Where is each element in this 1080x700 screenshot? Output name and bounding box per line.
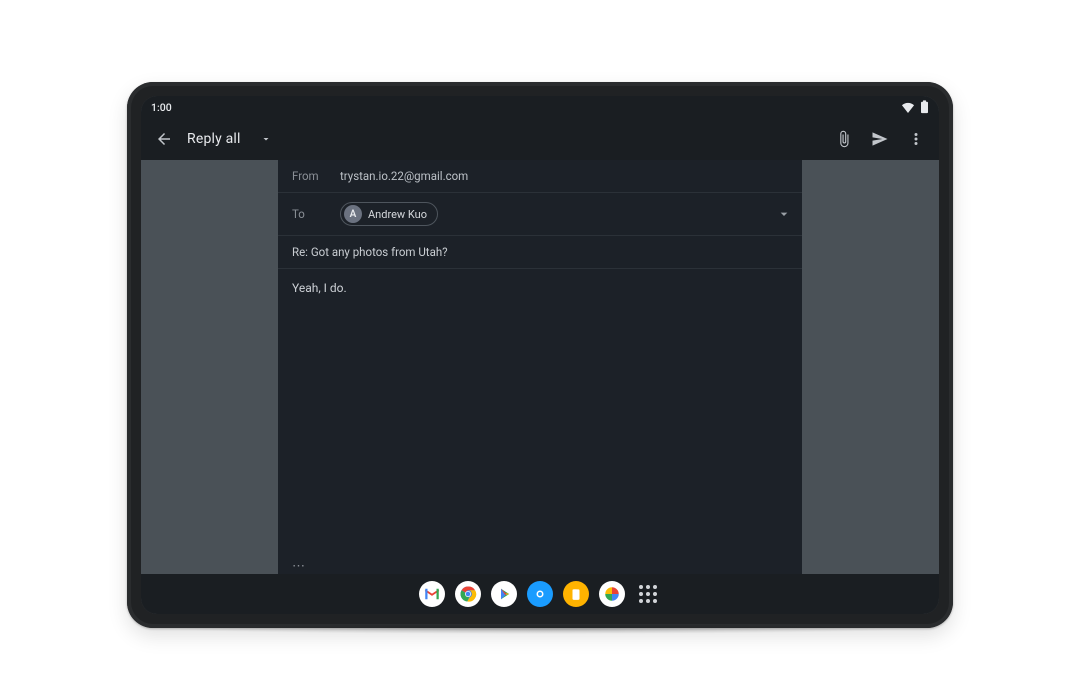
attach-button[interactable]	[829, 124, 859, 154]
battery-icon	[920, 100, 929, 114]
reply-mode-dropdown[interactable]	[251, 124, 281, 154]
dock-photos-icon[interactable]	[599, 581, 625, 607]
dock-files-icon[interactable]	[563, 581, 589, 607]
compose-viewport: From trystan.io.22@gmail.com To A Andrew…	[141, 160, 939, 574]
status-bar: 1:00	[141, 96, 939, 118]
tablet-screen: 1:00 Reply all	[141, 96, 939, 614]
to-row[interactable]: To A Andrew Kuo	[278, 193, 802, 236]
tablet-shadow	[170, 624, 910, 634]
dock-chrome-icon[interactable]	[455, 581, 481, 607]
toolbar-title: Reply all	[187, 131, 241, 147]
from-label: From	[292, 169, 330, 183]
status-time: 1:00	[151, 101, 172, 114]
dock-gmail-icon[interactable]	[419, 581, 445, 607]
compose-pane: From trystan.io.22@gmail.com To A Andrew…	[278, 160, 802, 574]
to-label: To	[292, 207, 330, 221]
from-row[interactable]: From trystan.io.22@gmail.com	[278, 160, 802, 193]
recipient-avatar: A	[344, 205, 362, 223]
compose-toolbar: Reply all	[141, 118, 939, 160]
taskbar	[141, 574, 939, 614]
expand-recipients-button[interactable]	[776, 206, 792, 222]
compose-body-text: Yeah, I do.	[292, 281, 347, 295]
recipient-name: Andrew Kuo	[368, 208, 427, 221]
send-button[interactable]	[865, 124, 895, 154]
from-value: trystan.io.22@gmail.com	[340, 169, 468, 183]
wifi-icon	[901, 102, 915, 113]
subject-row[interactable]: Re: Got any photos from Utah?	[278, 236, 802, 269]
recipient-chip[interactable]: A Andrew Kuo	[340, 202, 438, 226]
back-button[interactable]	[149, 124, 179, 154]
subject-value: Re: Got any photos from Utah?	[292, 245, 448, 259]
compose-body[interactable]: Yeah, I do.	[278, 269, 802, 545]
tablet-frame: 1:00 Reply all	[127, 82, 953, 628]
more-button[interactable]	[901, 124, 931, 154]
dock-play-store-icon[interactable]	[491, 581, 517, 607]
dock-camera-icon[interactable]	[527, 581, 553, 607]
dock-all-apps-button[interactable]	[635, 581, 661, 607]
show-quoted-text-button[interactable]: ⋯	[292, 559, 788, 574]
